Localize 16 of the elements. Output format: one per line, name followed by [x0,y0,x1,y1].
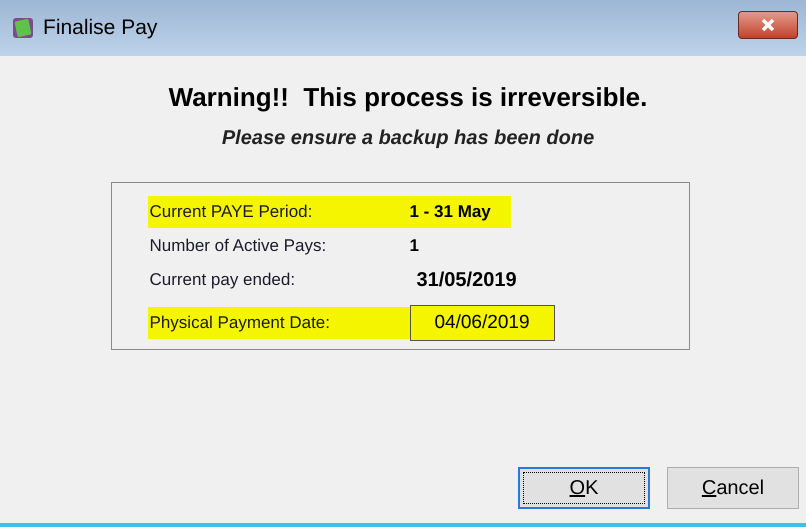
field-value: 1 [410,235,420,258]
field-label: Number of Active Pays: [148,235,328,258]
backup-notice: Please ensure a backup has been done [222,126,594,151]
app-icon [12,17,34,39]
payment-date-field[interactable]: 04/06/2019 [410,305,554,341]
field-value: 1 - 31 May [410,196,511,228]
field-label: Current PAYE Period: [148,196,410,228]
field-label: Physical Payment Date: [148,307,410,339]
dialog-button[interactable]: Cancel [667,467,799,509]
close-button[interactable] [738,11,798,39]
window-title: Finalise Pay [43,15,158,42]
warning-heading: Warning!! This process is irreversible. [168,81,648,114]
field-label: Current pay ended: [148,269,296,292]
dialog-button[interactable]: OK [518,467,650,509]
close-icon [760,18,776,32]
field-value: 31/05/2019 [416,268,518,293]
